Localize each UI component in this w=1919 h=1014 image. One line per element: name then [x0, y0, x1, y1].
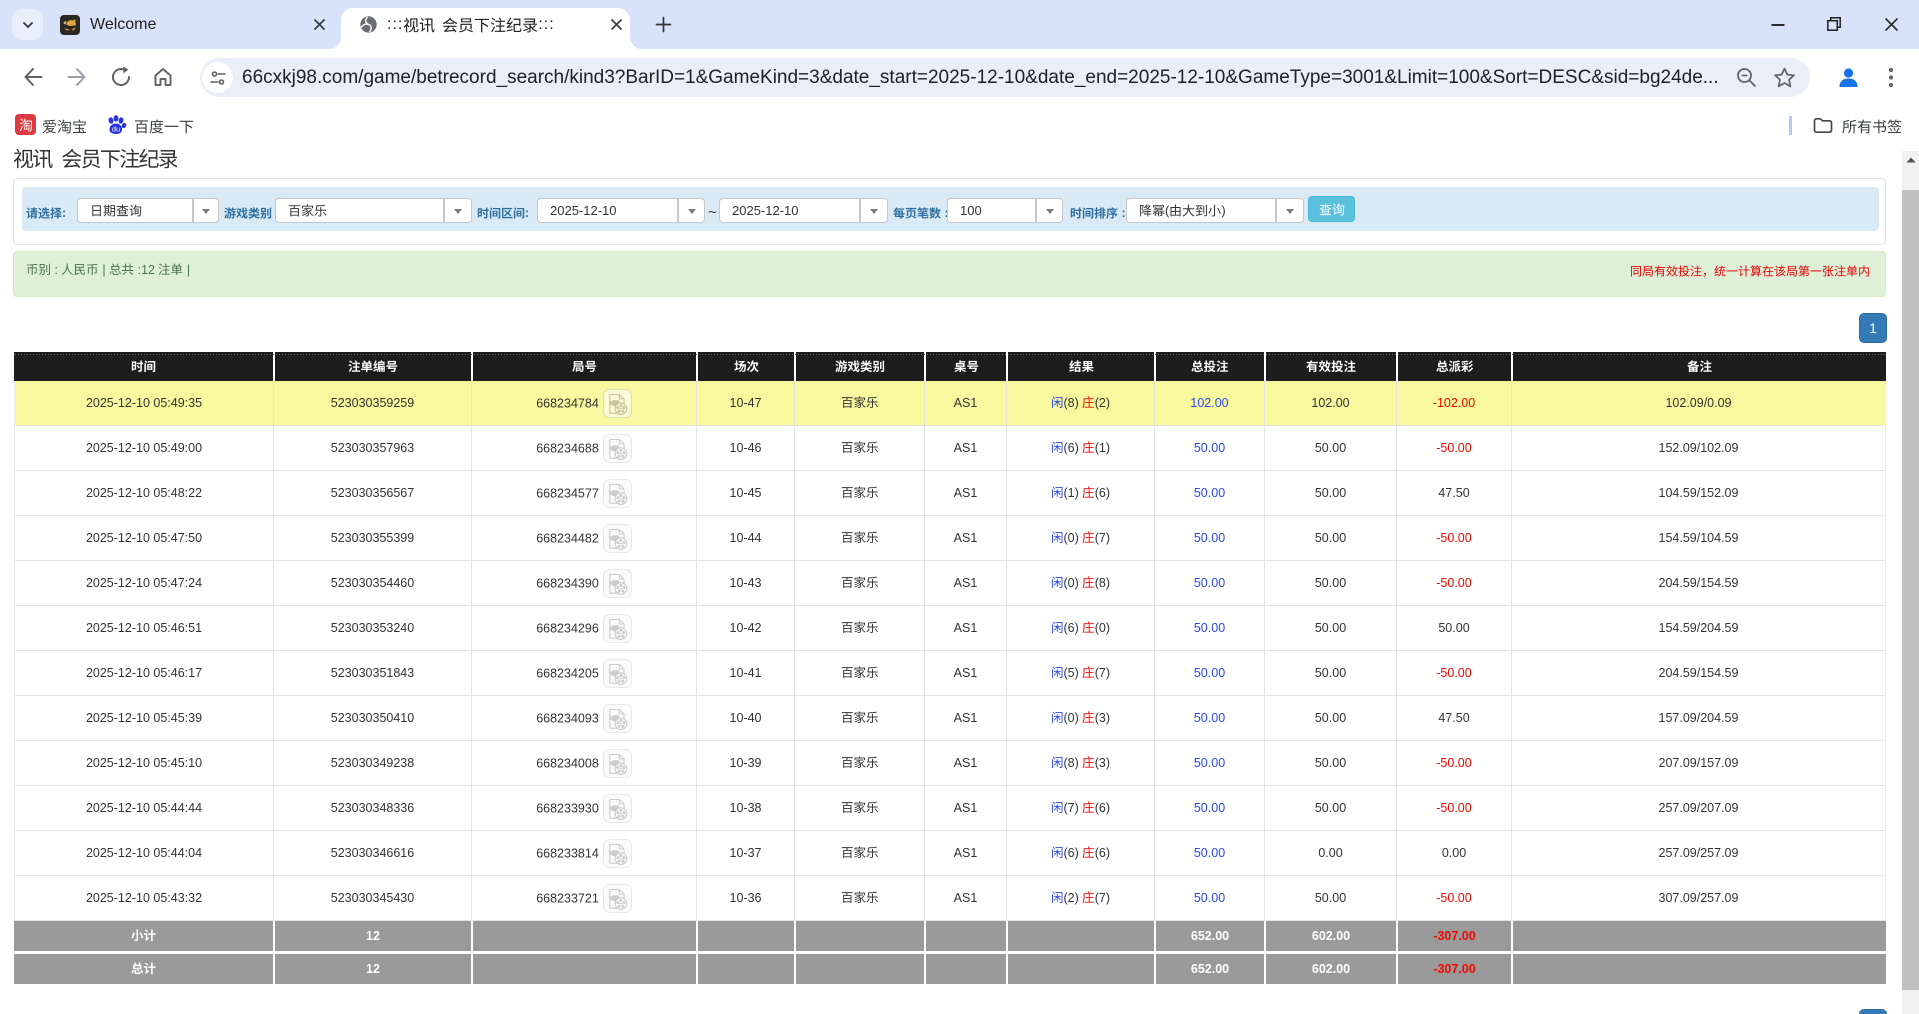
svg-text:du: du — [112, 125, 120, 134]
